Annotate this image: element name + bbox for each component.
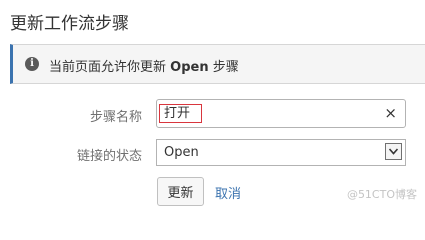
step-name-label: 步骤名称 (89, 110, 142, 125)
linked-status-label: 链接的状态 (76, 149, 142, 164)
info-message: 当前页面允许你更新 Open 步骤 (49, 56, 239, 75)
linked-status-selected-value: Open (164, 145, 199, 160)
info-status-name: Open (170, 60, 209, 75)
clear-icon[interactable]: × (384, 105, 397, 122)
info-banner: i 当前页面允许你更新 Open 步骤 (10, 44, 425, 84)
update-button[interactable]: 更新 (157, 177, 204, 206)
info-icon: i (25, 57, 39, 71)
info-message-suffix: 步骤 (208, 60, 239, 75)
dialog-title: 更新工作流步骤 (10, 14, 129, 34)
linked-status-select[interactable]: Open (156, 139, 406, 166)
step-name-input[interactable]: 打开 × (156, 99, 406, 128)
step-name-value[interactable]: 打开 (159, 104, 202, 123)
cancel-link[interactable]: 取消 (215, 183, 241, 202)
watermark: @51CTO博客 (346, 188, 417, 201)
dropdown-arrow-button[interactable] (385, 143, 402, 160)
info-message-prefix: 当前页面允许你更新 (49, 60, 171, 75)
chevron-down-icon (389, 148, 398, 155)
